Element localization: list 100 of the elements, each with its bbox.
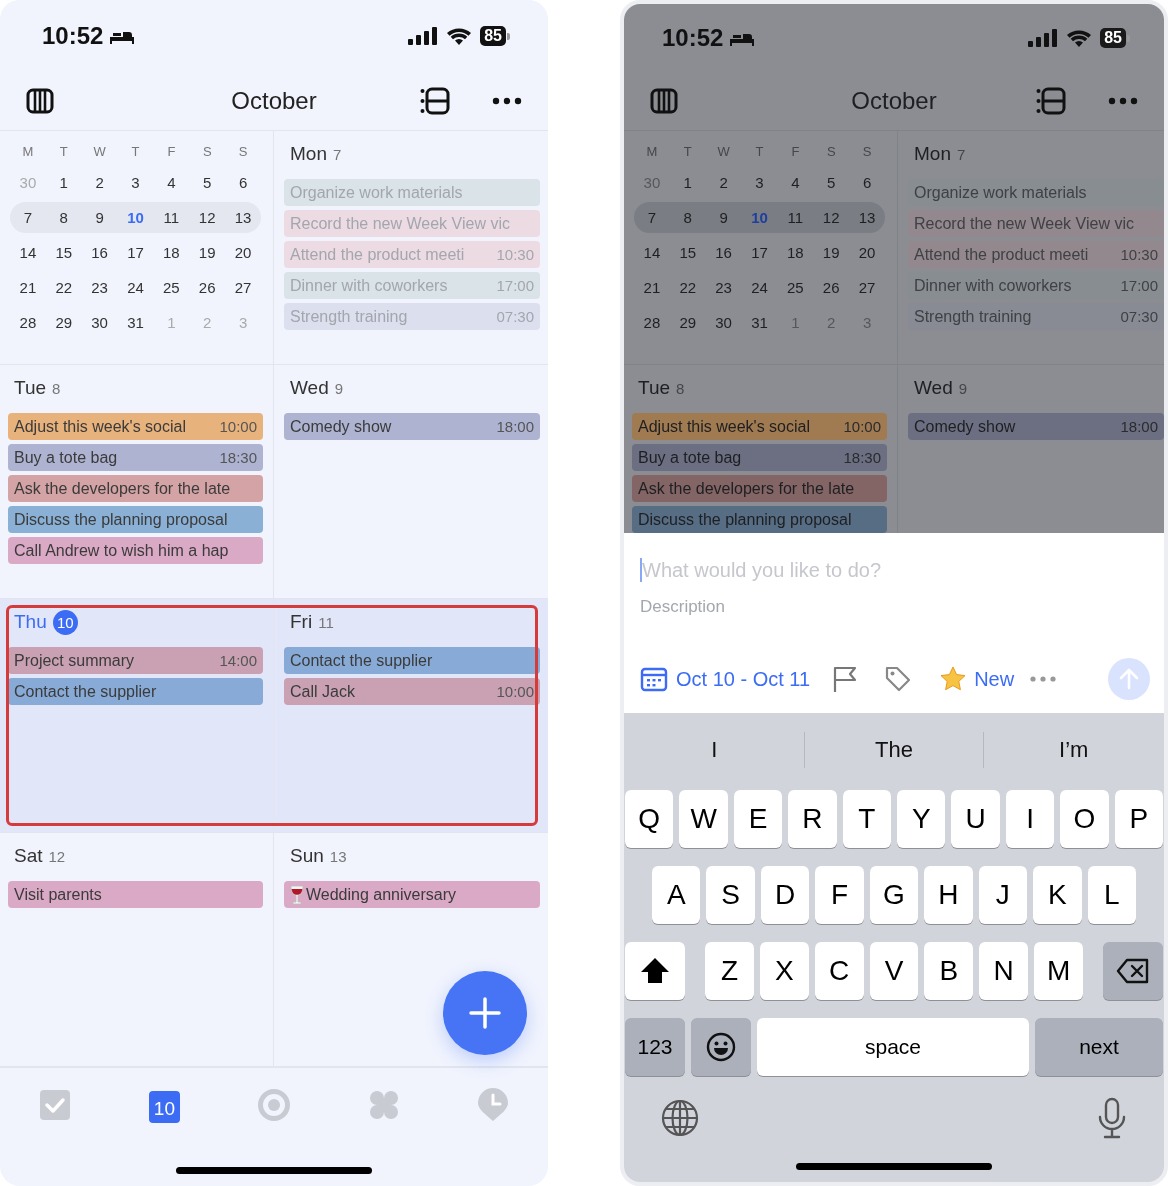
event-bar[interactable]: Strength training 07:30 [908, 303, 1164, 330]
calendar-day[interactable]: 7 [10, 209, 46, 226]
event-bar[interactable]: Buy a tote bag 18:30 [632, 444, 887, 471]
key[interactable]: D [760, 866, 810, 924]
event-bar[interactable]: Adjust this week's social 10:00 [632, 413, 887, 440]
key[interactable]: F [815, 866, 864, 924]
event-bar[interactable]: Ask the developers for the late [8, 475, 263, 502]
calendar-day[interactable]: 12 [189, 209, 226, 226]
suggestion[interactable]: I’m [984, 737, 1163, 763]
calendar-day[interactable]: 28 [10, 314, 46, 331]
emoji-key[interactable] [691, 1018, 751, 1076]
calendar-day[interactable]: 27 [849, 279, 885, 296]
calendar-day[interactable]: 24 [117, 279, 154, 296]
event-bar[interactable]: Comedy show 18:00 [908, 413, 1164, 440]
calendar-day[interactable]: 11 [777, 209, 814, 226]
microphone-icon[interactable] [1097, 1097, 1127, 1139]
suggestion[interactable]: The [804, 737, 984, 763]
event-bar[interactable]: Contact the supplier [284, 647, 540, 674]
key[interactable]: I [1005, 790, 1055, 848]
calendar-day[interactable]: 23 [705, 279, 742, 296]
next-key[interactable]: next [1035, 1018, 1163, 1076]
calendar-day[interactable]: 10 [117, 209, 154, 226]
calendar-day[interactable]: 3 [741, 174, 778, 191]
event-bar[interactable]: Adjust this week's social 10:00 [8, 413, 263, 440]
calendar-day[interactable]: 17 [741, 244, 778, 261]
calendar-day[interactable]: 24 [741, 279, 778, 296]
calendar-day[interactable]: 2 [705, 174, 742, 191]
key[interactable]: P [1114, 790, 1164, 848]
list-button[interactable]: New [938, 664, 1015, 694]
event-bar[interactable]: Dinner with coworkers 17:00 [908, 272, 1164, 299]
calendar-day[interactable]: 27 [225, 279, 261, 296]
calendar-day[interactable]: 3 [117, 174, 154, 191]
calendar-day[interactable]: 8 [669, 209, 706, 226]
calendar-day[interactable]: 30 [81, 314, 118, 331]
calendar-day[interactable]: 18 [153, 244, 190, 261]
key[interactable]: K [1033, 866, 1082, 924]
key[interactable]: W [679, 790, 728, 848]
more-icon[interactable] [1108, 97, 1138, 105]
calendar-day[interactable]: 13 [225, 209, 261, 226]
calendar-day[interactable]: 13 [849, 209, 885, 226]
key[interactable]: N [979, 942, 1029, 1000]
backspace-key[interactable] [1103, 942, 1163, 1000]
key[interactable]: G [869, 866, 919, 924]
calendar-day[interactable]: 25 [777, 279, 814, 296]
selected-week[interactable]: 7 8 9 10 11 12 13 [634, 202, 885, 233]
calendar-day[interactable]: 29 [45, 314, 82, 331]
calendar-day[interactable]: 23 [81, 279, 118, 296]
event-bar[interactable]: Buy a tote bag 18:30 [8, 444, 263, 471]
week-columns-icon[interactable] [26, 88, 54, 114]
calendar-day[interactable]: 16 [705, 244, 742, 261]
event-bar[interactable]: Organize work materials [908, 179, 1164, 206]
calendar-day[interactable]: 17 [117, 244, 154, 261]
calendar-day[interactable]: 4 [153, 174, 190, 191]
selected-week[interactable]: 7 8 9 10 11 12 13 [10, 202, 261, 233]
event-bar[interactable]: Attend the product meeti 10:30 [908, 241, 1164, 268]
key[interactable]: H [924, 866, 973, 924]
date-range-button[interactable]: Oct 10 - Oct 11 [640, 666, 811, 692]
event-bar[interactable]: Visit parents [8, 881, 263, 908]
layout-icon[interactable] [1036, 87, 1066, 115]
calendar-tab[interactable]: 10 [109, 1087, 220, 1123]
calendar-day[interactable]: 9 [81, 209, 118, 226]
calendar-day[interactable]: 1 [45, 174, 82, 191]
calendar-day[interactable]: 21 [10, 279, 46, 296]
event-bar[interactable]: Discuss the planning proposal [632, 506, 887, 533]
key[interactable]: S [706, 866, 755, 924]
checkbox-tab-icon[interactable] [37, 1088, 72, 1122]
calendar-day[interactable]: 4 [777, 174, 814, 191]
calendar-day[interactable]: 6 [849, 174, 885, 191]
calendar-day[interactable]: 14 [10, 244, 46, 261]
key[interactable]: Y [897, 790, 946, 848]
calendar-day[interactable]: 22 [669, 279, 706, 296]
calendar-day[interactable]: 20 [849, 244, 885, 261]
event-bar[interactable]: Project summary 14:00 [8, 647, 263, 674]
key[interactable]: A [652, 866, 701, 924]
event-bar[interactable]: Record the new Week View vic [908, 210, 1164, 237]
calendar-day[interactable]: 7 [634, 209, 670, 226]
flag-icon[interactable] [832, 665, 859, 693]
calendar-day[interactable]: 11 [153, 209, 190, 226]
calendar-day[interactable]: 14 [634, 244, 670, 261]
key[interactable]: R [788, 790, 837, 848]
calendar-day[interactable]: 6 [225, 174, 261, 191]
calendar-day[interactable]: 9 [705, 209, 742, 226]
event-bar[interactable]: Comedy show 18:00 [284, 413, 540, 440]
calendar-day[interactable]: 5 [189, 174, 226, 191]
layout-icon[interactable] [420, 87, 450, 115]
calendar-day[interactable]: 1 [669, 174, 706, 191]
globe-icon[interactable] [661, 1099, 699, 1137]
week-columns-icon[interactable] [650, 88, 678, 114]
calendar-day[interactable]: 2 [81, 174, 118, 191]
key[interactable]: B [924, 942, 974, 1000]
calendar-day[interactable]: 16 [81, 244, 118, 261]
calendar-day[interactable]: 31 [741, 314, 778, 331]
calendar-day[interactable]: 19 [189, 244, 226, 261]
key[interactable]: E [733, 790, 783, 848]
key[interactable]: L [1087, 866, 1136, 924]
calendar-day[interactable]: 20 [225, 244, 261, 261]
calendar-day[interactable]: 22 [45, 279, 82, 296]
event-bar[interactable]: Wedding anniversary [284, 881, 540, 908]
shift-key[interactable] [625, 942, 685, 1000]
event-bar[interactable]: Contact the supplier [8, 678, 263, 705]
